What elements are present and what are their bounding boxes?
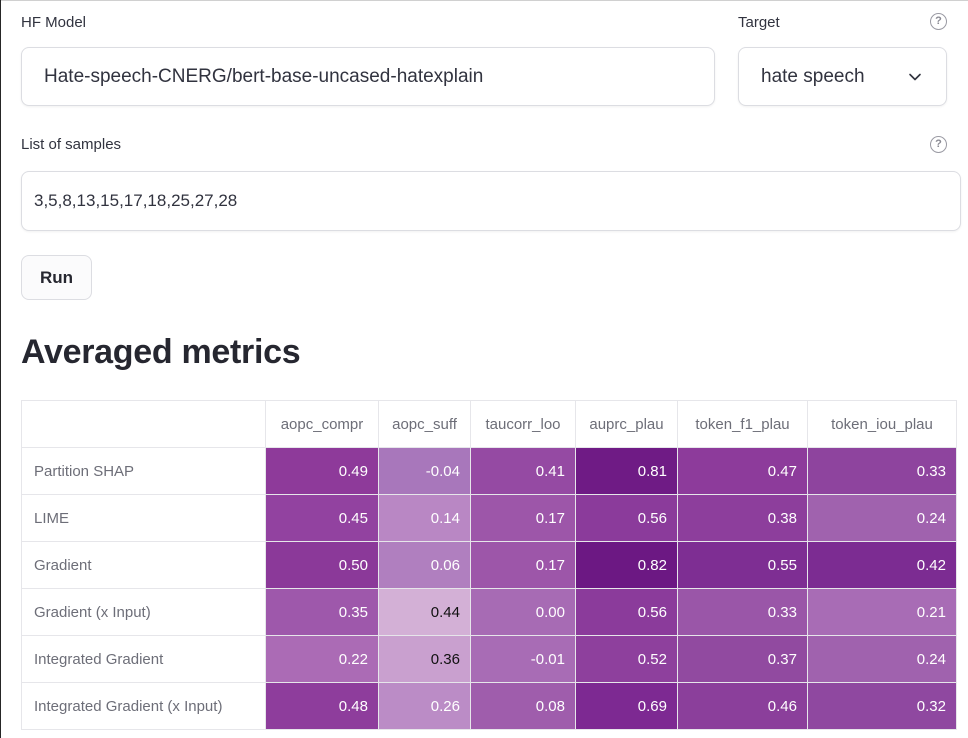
- column-header: token_f1_plau: [677, 400, 808, 448]
- metric-cell: 0.24: [807, 494, 957, 542]
- metric-cell: 0.26: [378, 682, 471, 730]
- metric-cell: 0.33: [677, 588, 808, 636]
- metric-cell: 0.24: [807, 635, 957, 683]
- table-row: Integrated Gradient 0.22 0.36 -0.01 0.52…: [21, 635, 957, 683]
- metric-cell: 0.17: [470, 541, 576, 589]
- table-row: Partition SHAP 0.49 -0.04 0.41 0.81 0.47…: [21, 447, 957, 495]
- metric-cell: 0.00: [470, 588, 576, 636]
- table-row: LIME 0.45 0.14 0.17 0.56 0.38 0.24: [21, 494, 957, 542]
- metric-cell: 0.47: [677, 447, 808, 495]
- metric-cell: 0.52: [575, 635, 678, 683]
- target-help-icon[interactable]: ?: [930, 13, 947, 30]
- metrics-table: aopc_compr aopc_suff taucorr_loo auprc_p…: [21, 400, 957, 730]
- column-header: aopc_compr: [265, 400, 379, 448]
- metric-cell: 0.45: [265, 494, 379, 542]
- metric-cell: 0.38: [677, 494, 808, 542]
- metric-cell: 0.49: [265, 447, 379, 495]
- metric-cell: 0.17: [470, 494, 576, 542]
- metric-cell: 0.14: [378, 494, 471, 542]
- table-row: Gradient (x Input) 0.35 0.44 0.00 0.56 0…: [21, 588, 957, 636]
- model-label: HF Model: [21, 14, 87, 31]
- metric-cell: 0.56: [575, 494, 678, 542]
- metric-cell: 0.06: [378, 541, 471, 589]
- metric-cell: 0.55: [677, 541, 808, 589]
- model-input-value: Hate-speech-CNERG/bert-base-uncased-hate…: [44, 65, 484, 87]
- metric-cell: 0.50: [265, 541, 379, 589]
- row-label: LIME: [21, 494, 266, 542]
- row-label: Integrated Gradient (x Input): [21, 682, 266, 730]
- metric-cell: -0.01: [470, 635, 576, 683]
- results-heading: Averaged metrics: [21, 333, 301, 371]
- samples-label: List of samples: [21, 136, 122, 153]
- metric-cell: 0.41: [470, 447, 576, 495]
- target-select-value: hate speech: [761, 65, 865, 87]
- table-header-row: aopc_compr aopc_suff taucorr_loo auprc_p…: [21, 400, 957, 448]
- samples-input[interactable]: 3,5,8,13,15,17,18,25,27,28: [21, 171, 961, 231]
- metric-cell: 0.37: [677, 635, 808, 683]
- run-button[interactable]: Run: [21, 255, 92, 300]
- frame-top-border: [0, 0, 968, 1]
- metric-cell: 0.48: [265, 682, 379, 730]
- metric-cell: 0.32: [807, 682, 957, 730]
- target-select[interactable]: hate speech: [738, 47, 947, 106]
- metric-cell: 0.08: [470, 682, 576, 730]
- metric-cell: 0.36: [378, 635, 471, 683]
- table-row: Gradient 0.50 0.06 0.17 0.82 0.55 0.42: [21, 541, 957, 589]
- metric-cell: -0.04: [378, 447, 471, 495]
- column-header: aopc_suff: [378, 400, 471, 448]
- row-label: Gradient (x Input): [21, 588, 266, 636]
- samples-help-icon[interactable]: ?: [930, 136, 947, 153]
- metric-cell: 0.44: [378, 588, 471, 636]
- samples-input-value: 3,5,8,13,15,17,18,25,27,28: [34, 191, 238, 210]
- column-header: token_iou_plau: [807, 400, 957, 448]
- target-label: Target: [738, 14, 780, 31]
- chevron-down-icon: [909, 73, 921, 81]
- header-corner: [21, 400, 266, 448]
- column-header: taucorr_loo: [470, 400, 576, 448]
- metric-cell: 0.22: [265, 635, 379, 683]
- metric-cell: 0.69: [575, 682, 678, 730]
- metric-cell: 0.46: [677, 682, 808, 730]
- metric-cell: 0.42: [807, 541, 957, 589]
- metric-cell: 0.33: [807, 447, 957, 495]
- metric-cell: 0.21: [807, 588, 957, 636]
- metric-cell: 0.82: [575, 541, 678, 589]
- row-label: Gradient: [21, 541, 266, 589]
- metric-cell: 0.35: [265, 588, 379, 636]
- metric-cell: 0.81: [575, 447, 678, 495]
- row-label: Integrated Gradient: [21, 635, 266, 683]
- row-label: Partition SHAP: [21, 447, 266, 495]
- model-input[interactable]: Hate-speech-CNERG/bert-base-uncased-hate…: [21, 47, 715, 106]
- column-header: auprc_plau: [575, 400, 678, 448]
- frame-left-border: [0, 0, 1, 738]
- table-row: Integrated Gradient (x Input) 0.48 0.26 …: [21, 682, 957, 730]
- metric-cell: 0.56: [575, 588, 678, 636]
